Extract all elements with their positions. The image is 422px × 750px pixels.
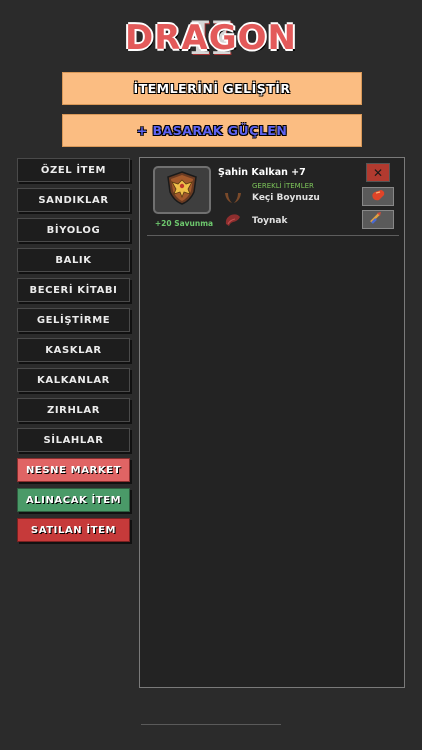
- close-icon: ✕: [372, 165, 384, 180]
- sidebar-item-kasklar[interactable]: KASKLAR: [17, 338, 130, 362]
- tap-to-power-banner[interactable]: + BASARAK GÜÇLEN: [62, 114, 362, 147]
- sidebar-item-silahlar[interactable]: SİLAHLAR: [17, 428, 130, 452]
- sidebar-item-beceri-kitabi[interactable]: BECERİ KİTABI: [17, 278, 130, 302]
- sidebar-item-sandiklar[interactable]: SANDIKLAR: [17, 188, 130, 212]
- sidebar-item-gelistirme[interactable]: GELİŞTİRME: [17, 308, 130, 332]
- sidebar-item-balik[interactable]: BALIK: [17, 248, 130, 272]
- scroll-arrow-icon: [369, 210, 387, 229]
- close-button[interactable]: ✕: [366, 163, 390, 182]
- item-list-panel: +20 Savunma Şahin Kalkan +7 GEREKLİ İTEM…: [139, 157, 405, 688]
- sidebar-item-ozel-item[interactable]: ÖZEL İTEM: [17, 158, 130, 182]
- sidebar-item-zirhlar[interactable]: ZIRHLAR: [17, 398, 130, 422]
- sidebar-item-alinacak-item[interactable]: ALINACAK İTEM: [17, 488, 130, 512]
- sidebar-item-satilan-item[interactable]: SATILAN İTEM: [17, 518, 130, 542]
- sidebar-item-biyolog[interactable]: BİYOLOG: [17, 218, 130, 242]
- home-indicator: [141, 724, 281, 725]
- requirement-name: Keçi Boynuzu: [252, 193, 320, 203]
- goat-horn-icon: [223, 190, 243, 209]
- red-gem-icon: [369, 187, 387, 206]
- eagle-shield-icon: [165, 170, 199, 210]
- item-stat: +20 Savunma: [154, 219, 214, 228]
- use-scroll-button[interactable]: [362, 210, 394, 229]
- required-items-label: GEREKLİ İTEMLER: [252, 182, 314, 190]
- app-logo: II DRAGON: [0, 8, 422, 65]
- requirement-name: Toynak: [252, 216, 288, 226]
- use-gem-button[interactable]: [362, 187, 394, 206]
- item-slot[interactable]: [153, 166, 211, 214]
- upgrade-items-banner[interactable]: İTEMLERİNİ GELİŞTİR: [62, 72, 362, 105]
- hoof-icon: [223, 212, 243, 232]
- logo-text: DRAGON: [125, 18, 297, 58]
- sidebar-item-kalkanlar[interactable]: KALKANLAR: [17, 368, 130, 392]
- sidebar-item-nesne-market[interactable]: NESNE MARKET: [17, 458, 130, 482]
- item-name: Şahin Kalkan +7: [218, 167, 306, 178]
- row-divider: [147, 235, 399, 236]
